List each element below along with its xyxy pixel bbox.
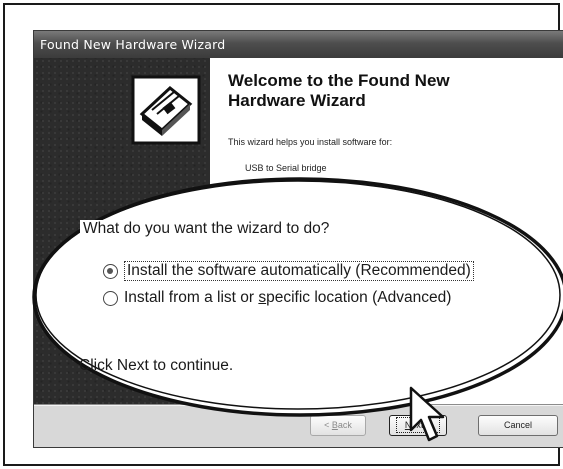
wizard-question: What do you want the wizard to do? xyxy=(80,220,333,238)
radio-install-from-list[interactable] xyxy=(103,290,118,306)
screenshot-stage: Found New Hardware Wizard Welcome to the… xyxy=(0,0,563,469)
option-label-part: pecific location (Advanced) xyxy=(266,289,452,306)
option-label-part: Install from a list or xyxy=(124,289,259,306)
mouse-pointer-icon xyxy=(409,386,445,442)
option-install-from-list[interactable]: Install from a list or specific location… xyxy=(103,289,451,307)
option-install-automatically[interactable]: Install the software automatically (Reco… xyxy=(103,261,474,281)
back-button-prefix: < xyxy=(324,420,332,430)
option-install-from-list-label: Install from a list or specific location… xyxy=(124,289,451,307)
back-button-suffix: ack xyxy=(337,420,352,430)
hardware-card-icon xyxy=(131,75,201,145)
device-name: USB to Serial bridge xyxy=(245,163,327,173)
back-button[interactable]: < Back xyxy=(310,415,366,436)
wizard-heading: Welcome to the Found New Hardware Wizard xyxy=(228,71,548,111)
footer-divider xyxy=(34,404,563,406)
window-titlebar[interactable]: Found New Hardware Wizard xyxy=(34,31,563,58)
wizard-window: Found New Hardware Wizard Welcome to the… xyxy=(33,30,563,448)
radio-install-automatically[interactable] xyxy=(103,263,118,279)
window-title: Found New Hardware Wizard xyxy=(40,37,226,52)
wizard-heading-line1: Welcome to the Found New xyxy=(228,71,450,90)
wizard-intro-text: This wizard helps you install software f… xyxy=(228,137,393,147)
wizard-heading-line2: Hardware Wizard xyxy=(228,91,366,110)
option-install-automatically-label: Install the software automatically (Reco… xyxy=(124,261,474,281)
continue-instruction: Click Next to continue. xyxy=(79,357,234,374)
cancel-button[interactable]: Cancel xyxy=(478,415,558,436)
option-label-accesskey: s xyxy=(258,289,267,306)
